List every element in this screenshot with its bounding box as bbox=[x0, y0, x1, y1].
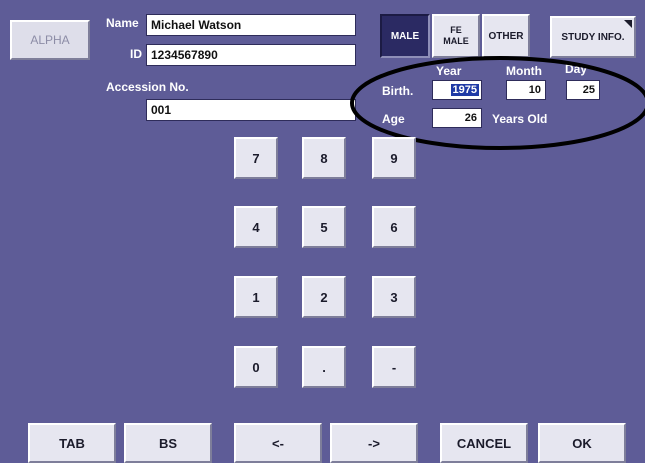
accession-label: Accession No. bbox=[106, 80, 189, 94]
key-minus[interactable]: - bbox=[372, 346, 416, 388]
id-label: ID bbox=[130, 47, 142, 61]
age-label: Age bbox=[382, 112, 405, 126]
cursor-right-button[interactable]: -> bbox=[330, 423, 418, 463]
birth-day-field[interactable]: 25 bbox=[566, 80, 600, 100]
accession-field[interactable]: 001 bbox=[146, 99, 356, 121]
key-8[interactable]: 8 bbox=[302, 137, 346, 179]
female-label-line2: MALE bbox=[443, 36, 469, 46]
tab-button[interactable]: TAB bbox=[28, 423, 116, 463]
birth-year-field[interactable]: 1975 bbox=[432, 80, 482, 100]
cursor-left-button[interactable]: <- bbox=[234, 423, 322, 463]
key-1[interactable]: 1 bbox=[234, 276, 278, 318]
day-label: Day bbox=[565, 62, 588, 76]
name-field[interactable]: Michael Watson bbox=[146, 14, 356, 36]
month-label: Month bbox=[506, 64, 542, 78]
alpha-button[interactable]: ALPHA bbox=[10, 20, 90, 60]
male-button[interactable]: MALE bbox=[380, 14, 430, 58]
key-4[interactable]: 4 bbox=[234, 206, 278, 248]
cancel-button[interactable]: CANCEL bbox=[440, 423, 528, 463]
dropdown-corner-icon bbox=[624, 20, 632, 28]
age-unit-label: Years Old bbox=[492, 112, 548, 126]
name-label: Name bbox=[106, 16, 139, 30]
key-0[interactable]: 0 bbox=[234, 346, 278, 388]
key-decimal[interactable]: . bbox=[302, 346, 346, 388]
key-7[interactable]: 7 bbox=[234, 137, 278, 179]
backspace-button[interactable]: BS bbox=[124, 423, 212, 463]
age-field: 26 bbox=[432, 108, 482, 128]
patient-entry-screen: ALPHA Name Michael Watson ID 1234567890 … bbox=[0, 0, 645, 463]
study-info-button[interactable]: STUDY INFO. bbox=[550, 16, 636, 58]
key-5[interactable]: 5 bbox=[302, 206, 346, 248]
female-button[interactable]: FE MALE bbox=[432, 14, 480, 58]
other-button[interactable]: OTHER bbox=[482, 14, 530, 58]
id-field[interactable]: 1234567890 bbox=[146, 44, 356, 66]
key-3[interactable]: 3 bbox=[372, 276, 416, 318]
key-2[interactable]: 2 bbox=[302, 276, 346, 318]
study-info-label: STUDY INFO. bbox=[561, 31, 625, 43]
birth-year-value: 1975 bbox=[450, 84, 479, 96]
key-6[interactable]: 6 bbox=[372, 206, 416, 248]
key-9[interactable]: 9 bbox=[372, 137, 416, 179]
ok-button[interactable]: OK bbox=[538, 423, 626, 463]
birth-month-field[interactable]: 10 bbox=[506, 80, 546, 100]
female-label-line1: FE bbox=[450, 25, 462, 35]
year-label: Year bbox=[436, 64, 462, 78]
birth-label: Birth. bbox=[382, 84, 414, 98]
